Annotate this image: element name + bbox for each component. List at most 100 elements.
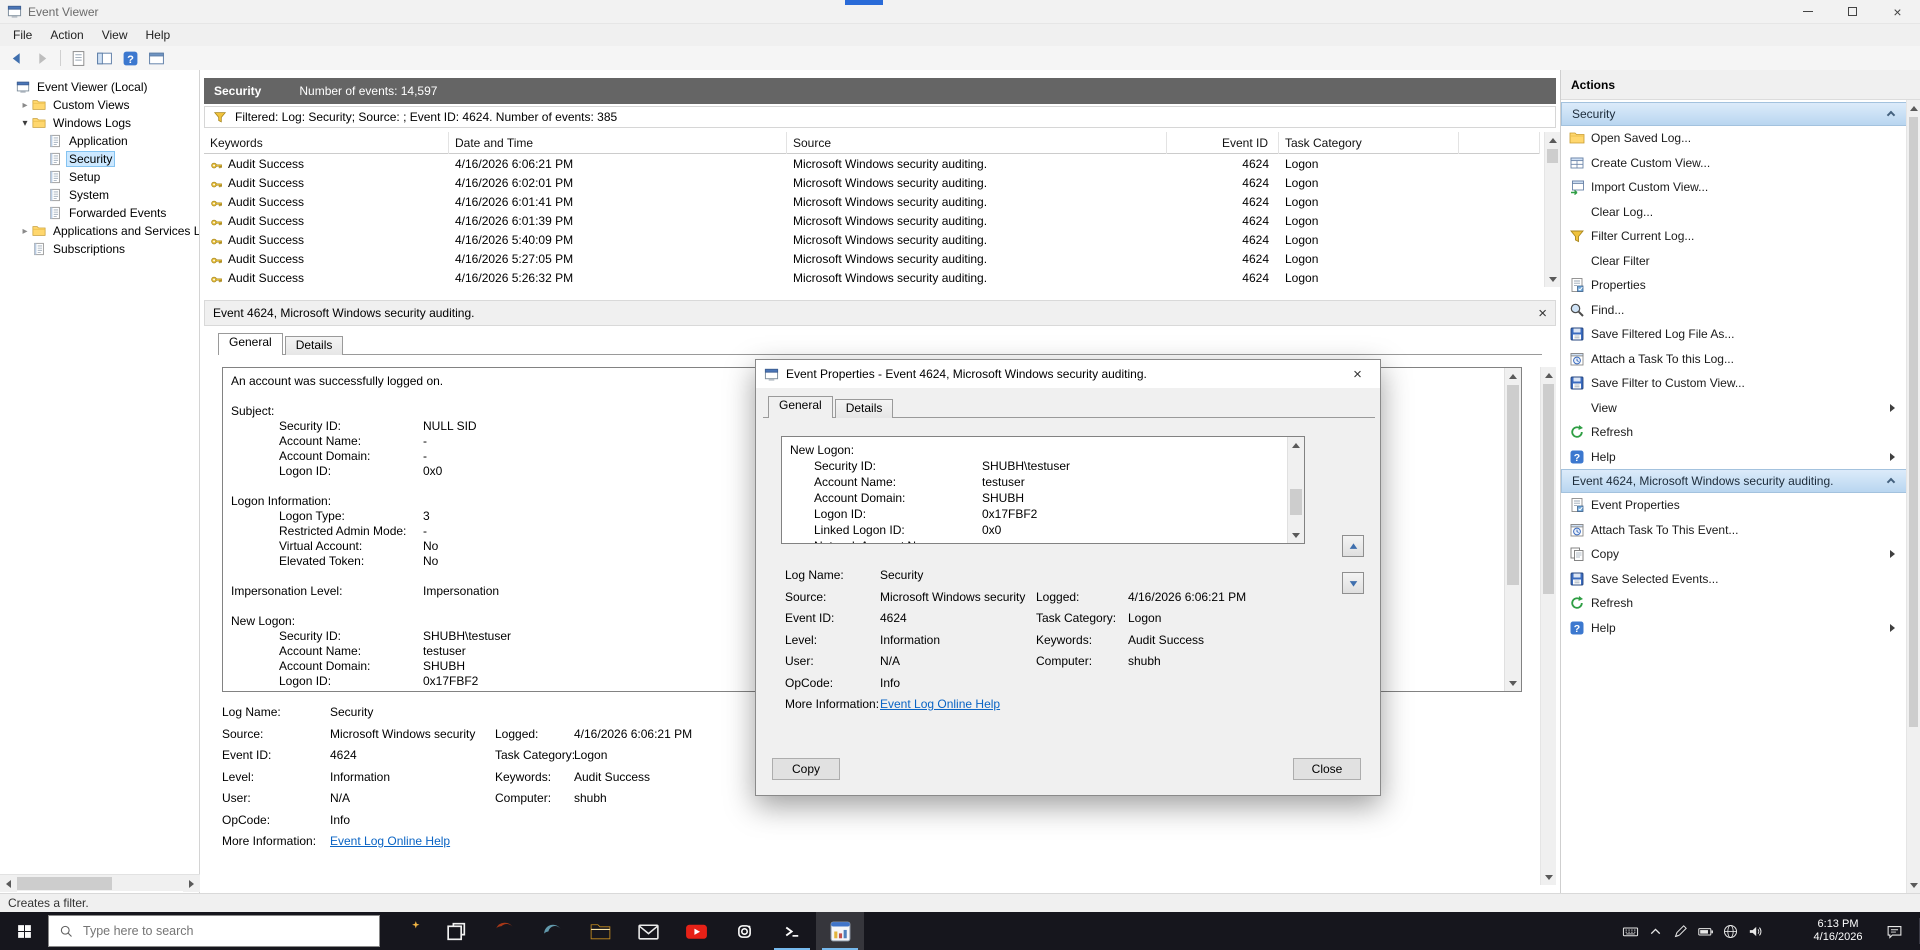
minimize-button[interactable] (1785, 0, 1830, 24)
event-row[interactable]: Audit Success4/16/2026 6:01:39 PMMicroso… (204, 211, 1540, 230)
event-table-scrollbar[interactable] (1544, 132, 1560, 287)
taskbar-app-file-explorer[interactable] (576, 912, 624, 950)
toolbar-console-tree-button[interactable] (96, 50, 113, 67)
action-create-custom-view[interactable]: Create Custom View... (1561, 151, 1907, 176)
scroll-up-button[interactable] (1505, 368, 1521, 384)
scroll-down-button[interactable] (1907, 877, 1920, 893)
menu-action[interactable]: Action (41, 25, 92, 45)
column-header-keywords[interactable]: Keywords (204, 132, 449, 154)
actions-section-header-security[interactable]: Security (1561, 102, 1907, 126)
taskbar-app-firefox[interactable] (480, 912, 528, 950)
search-input[interactable] (83, 924, 343, 938)
event-row[interactable]: Audit Success4/16/2026 5:26:32 PMMicroso… (204, 268, 1540, 287)
taskbar-app-event-viewer[interactable] (816, 912, 864, 950)
taskbar-search[interactable] (48, 915, 380, 947)
toolbar-help-button[interactable] (122, 50, 139, 67)
tray-keyboard-button[interactable] (1622, 923, 1639, 940)
tray-battery-button[interactable] (1697, 923, 1714, 940)
action-save-filter-to-custom-view[interactable]: Save Filter to Custom View... (1561, 371, 1907, 396)
close-dialog-button[interactable]: Close (1293, 758, 1361, 780)
taskbar-clock[interactable]: 6:13 PM 4/16/2026 (1806, 912, 1870, 950)
action-refresh[interactable]: Refresh (1561, 591, 1907, 616)
scroll-down-button[interactable] (1288, 527, 1304, 543)
tree-item-system[interactable]: System (0, 186, 199, 204)
dialog-description-scrollbar[interactable] (1287, 437, 1304, 543)
scroll-down-button[interactable] (1541, 869, 1556, 885)
action-save-selected-events[interactable]: Save Selected Events... (1561, 567, 1907, 592)
tree-item-subscriptions[interactable]: Subscriptions (0, 240, 199, 258)
column-header-date-and-time[interactable]: Date and Time (449, 132, 787, 154)
event-row[interactable]: Audit Success4/16/2026 5:40:09 PMMicroso… (204, 230, 1540, 249)
tab-general[interactable]: General (218, 333, 283, 355)
action-refresh[interactable]: Refresh (1561, 420, 1907, 445)
tree-item-windows-logs[interactable]: ▾Windows Logs (0, 114, 199, 132)
scroll-left-button[interactable] (0, 875, 17, 892)
event-row[interactable]: Audit Success4/16/2026 6:06:21 PMMicroso… (204, 154, 1540, 173)
taskbar-app-task-view[interactable] (432, 912, 480, 950)
action-help[interactable]: Help (1561, 616, 1907, 641)
tree-item-event-viewer-local[interactable]: Event Viewer (Local) (0, 78, 199, 96)
toolbar-forward-button[interactable] (34, 50, 51, 67)
taskbar-app-edge[interactable] (528, 912, 576, 950)
dialog-close-button[interactable]: × (1335, 360, 1380, 388)
actions-scrollbar[interactable] (1906, 100, 1920, 893)
copy-button[interactable]: Copy (772, 758, 840, 780)
tree-item-applications-and-services-lo[interactable]: ▸Applications and Services Lo (0, 222, 199, 240)
tree-item-custom-views[interactable]: ▸Custom Views (0, 96, 199, 114)
tray-pen-button[interactable] (1672, 923, 1689, 940)
action-open-saved-log[interactable]: Open Saved Log... (1561, 126, 1907, 151)
tray-network-button[interactable] (1722, 923, 1739, 940)
action-help[interactable]: Help (1561, 445, 1907, 470)
tab-details[interactable]: Details (835, 399, 894, 418)
action-event-properties[interactable]: Event Properties (1561, 493, 1907, 518)
expand-arrow-icon[interactable]: ▾ (18, 118, 32, 129)
scroll-down-button[interactable] (1545, 271, 1560, 287)
menu-file[interactable]: File (4, 25, 41, 45)
tray-chevron-up-button[interactable] (1647, 923, 1664, 940)
tray-volume-button[interactable] (1747, 923, 1764, 940)
expand-arrow-icon[interactable]: ▸ (18, 100, 32, 111)
toolbar-export-button[interactable] (70, 50, 87, 67)
close-button[interactable]: × (1875, 0, 1920, 24)
column-header-task-category[interactable]: Task Category (1279, 132, 1459, 154)
event-log-online-help-link[interactable]: Event Log Online Help (880, 697, 1000, 711)
event-row[interactable]: Audit Success4/16/2026 6:02:01 PMMicroso… (204, 173, 1540, 192)
event-row[interactable]: Audit Success4/16/2026 5:27:05 PMMicroso… (204, 249, 1540, 268)
column-header-event-id[interactable]: Event ID (1167, 132, 1279, 154)
taskbar-app-powershell[interactable] (768, 912, 816, 950)
action-clear-filter[interactable]: Clear Filter (1561, 249, 1907, 274)
taskbar-app-instagram[interactable] (720, 912, 768, 950)
tree-item-forwarded-events[interactable]: Forwarded Events (0, 204, 199, 222)
scroll-up-button[interactable] (1541, 367, 1556, 383)
scroll-up-button[interactable] (1907, 100, 1920, 116)
tab-details[interactable]: Details (285, 336, 344, 355)
action-properties[interactable]: Properties (1561, 273, 1907, 298)
scroll-right-button[interactable] (183, 875, 200, 892)
scroll-up-button[interactable] (1545, 132, 1560, 148)
toolbar-window-button[interactable] (148, 50, 165, 67)
description-scrollbar[interactable] (1504, 368, 1521, 691)
taskbar-app-youtube[interactable] (672, 912, 720, 950)
taskbar-app-copilot[interactable] (384, 912, 432, 950)
preview-pane-scrollbar[interactable] (1540, 367, 1556, 885)
start-button[interactable] (0, 912, 48, 950)
tree-horizontal-scrollbar[interactable] (0, 874, 200, 891)
scroll-down-button[interactable] (1505, 675, 1521, 691)
taskbar-app-mail[interactable] (624, 912, 672, 950)
action-copy[interactable]: Copy (1561, 542, 1907, 567)
preview-close-icon[interactable]: × (1538, 305, 1547, 322)
event-log-online-help-link[interactable]: Event Log Online Help (330, 834, 450, 848)
menu-view[interactable]: View (93, 25, 137, 45)
expand-arrow-icon[interactable]: ▸ (18, 226, 32, 237)
actions-section-header-event-4624-microsoft-windows-security-au[interactable]: Event 4624, Microsoft Windows security a… (1561, 469, 1907, 493)
dialog-description-box[interactable]: New Logon:Security ID:SHUBH\testuserAcco… (781, 436, 1305, 544)
scroll-thumb[interactable] (1547, 149, 1558, 163)
action-import-custom-view[interactable]: Import Custom View... (1561, 175, 1907, 200)
event-row[interactable]: Audit Success4/16/2026 6:01:41 PMMicroso… (204, 192, 1540, 211)
action-filter-current-log[interactable]: Filter Current Log... (1561, 224, 1907, 249)
action-view[interactable]: View (1561, 396, 1907, 421)
column-header-source[interactable]: Source (787, 132, 1167, 154)
action-save-filtered-log-file-as[interactable]: Save Filtered Log File As... (1561, 322, 1907, 347)
scroll-thumb[interactable] (1543, 384, 1554, 594)
scroll-thumb[interactable] (1290, 489, 1302, 515)
